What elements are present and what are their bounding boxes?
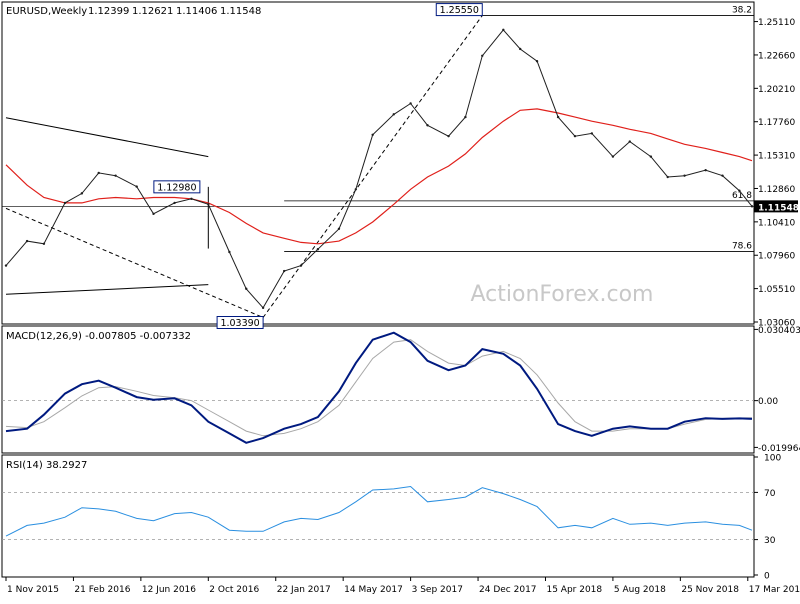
price-point: [628, 140, 631, 143]
macd-axis: 0.030403 0.00 -0.019964: [754, 326, 800, 454]
price-point: [80, 192, 84, 195]
price-point: [245, 287, 248, 290]
x-axis-label: 22 Jan 2017: [277, 585, 331, 595]
price-point: [207, 203, 210, 206]
price-point: [337, 227, 341, 231]
fib-label-61-8: 61.8: [732, 191, 752, 201]
ohlc-low: 1.11406: [176, 6, 217, 17]
price-point: [721, 174, 724, 177]
price-point: [409, 102, 412, 105]
macd-panel-frame: [1, 325, 755, 454]
price-point: [371, 133, 374, 136]
fib-label-78-6: 78.6: [732, 242, 752, 252]
rsi-panel-frame: [1, 454, 755, 578]
price-point: [535, 60, 539, 63]
fib-label-38-2: 38.2: [732, 6, 752, 16]
price-point: [750, 205, 754, 208]
price-axis-label: 1.22660: [758, 51, 795, 61]
x-axis-label: 14 May 2017: [344, 585, 403, 595]
chart-svg: ActionForex.com EURUSD,Weekly 1.12399 1.…: [1, 1, 800, 595]
price-axis-label: 1.05510: [758, 285, 795, 295]
price-point: [447, 134, 450, 138]
price-point: [649, 155, 653, 158]
price-point: [518, 47, 522, 51]
watermark: ActionForex.com: [471, 282, 654, 307]
marked-level-label: 1.25550: [440, 5, 479, 16]
x-axis-label: 21 Feb 2016: [74, 585, 130, 595]
price-point: [738, 189, 741, 192]
price-point: [190, 197, 193, 201]
price-point: [704, 169, 707, 172]
price-point: [282, 269, 286, 273]
price-point: [261, 306, 265, 310]
price-point: [152, 212, 155, 216]
chart-title: EURUSD,Weekly: [6, 6, 87, 17]
rsi-axis-label: 0: [764, 572, 770, 582]
ohlc-open: 1.12399: [88, 6, 129, 17]
x-axis-label: 17 Mar 2019: [749, 585, 800, 595]
price-point: [556, 115, 560, 119]
ohlc-high: 1.12621: [132, 6, 173, 17]
price-axis: 1.25110 1.22660 1.20210 1.17760 1.15310 1.128…: [754, 18, 795, 329]
rsi-axis: 100 70 30 0: [754, 454, 781, 582]
x-axis-label: 24 Dec 2017: [479, 585, 536, 595]
price-axis-label: 1.20210: [758, 85, 795, 95]
price-point: [97, 171, 100, 175]
ohlc-close: 1.11548: [220, 6, 261, 17]
chart-root: ActionForex.com EURUSD,Weekly 1.12399 1.…: [0, 0, 800, 600]
x-axis-label: 25 Nov 2018: [681, 585, 739, 595]
rsi-axis-label: 70: [764, 489, 776, 499]
price-point: [135, 185, 138, 188]
price-point: [228, 250, 231, 254]
price-axis-label: 1.07960: [758, 252, 795, 262]
price-point: [63, 201, 67, 205]
macd-label: MACD(12,26,9) -0.007805 -0.007332: [6, 331, 191, 342]
price-point: [683, 174, 686, 177]
price-axis-label: 1.10410: [758, 218, 795, 228]
price-axis-label: 1.12860: [758, 185, 795, 195]
rsi-axis-label: 100: [764, 454, 781, 464]
price-axis-label: 1.25110: [758, 18, 795, 28]
x-axis-label: 15 Apr 2018: [546, 585, 602, 595]
price-point: [42, 242, 46, 245]
rsi-axis-label: 30: [764, 536, 776, 546]
price-point: [316, 248, 320, 251]
price-point: [4, 264, 8, 267]
x-axis-label: 12 Jun 2016: [142, 585, 196, 595]
rsi-label: RSI(14) 38.2927: [6, 460, 87, 471]
x-axis-label: 3 Sep 2017: [412, 585, 463, 595]
price-axis-label: 1.15310: [758, 152, 795, 162]
current-price-label: 1.11548: [758, 203, 799, 213]
marked-level-label: 1.12980: [157, 182, 196, 193]
price-point: [354, 188, 358, 191]
marked-level-label: 1.03390: [220, 318, 259, 329]
x-axis-label: 5 Aug 2018: [614, 585, 666, 595]
price-point: [426, 124, 429, 127]
price-axis-label: 1.17760: [758, 118, 795, 128]
price-point: [573, 134, 577, 138]
price-point: [590, 132, 594, 135]
price-point: [173, 201, 176, 205]
price-point: [611, 155, 615, 158]
price-point: [481, 54, 484, 57]
x-axis: 1 Nov 2015 21 Feb 2016 12 Jun 2016 2 Oct 20…: [5, 577, 800, 595]
macd-axis-label: 0.030403: [758, 326, 800, 336]
price-point: [502, 28, 505, 32]
price-panel-frame: [1, 1, 755, 325]
price-point: [392, 113, 395, 116]
price-point: [666, 175, 669, 179]
x-axis-label: 2 Oct 2016: [209, 585, 259, 595]
price-point: [299, 264, 303, 267]
macd-axis-label: 0.00: [758, 397, 778, 407]
x-axis-label: 1 Nov 2015: [7, 585, 59, 595]
price-point: [464, 115, 467, 119]
price-point: [114, 174, 117, 177]
price-point: [25, 239, 29, 243]
macd-axis-label: -0.019964: [758, 444, 800, 454]
